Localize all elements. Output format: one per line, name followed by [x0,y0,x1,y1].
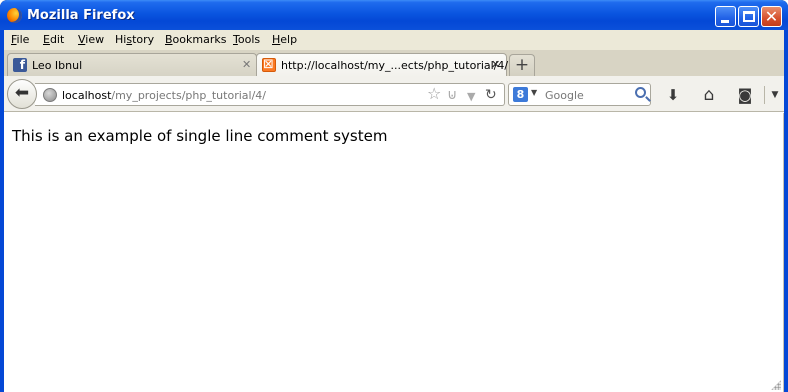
pocket-icon[interactable]: ⊍ [447,87,457,103]
engine-dropdown-icon[interactable]: ▼ [531,88,537,97]
google-engine-icon[interactable]: 8 [513,87,528,102]
tab-localhost[interactable]: http://localhost/my_...ects/php_tutorial… [256,53,509,77]
downloads-icon[interactable]: ⬇ [663,85,683,105]
home-icon[interactable]: ⌂ [699,85,719,105]
menu-help[interactable]: Help [272,33,297,46]
title-bar[interactable]: Mozilla Firefox ✕ [0,0,788,30]
search-placeholder: Google [545,89,584,102]
maximize-button[interactable] [738,6,759,27]
menu-view[interactable]: View [78,33,104,46]
close-icon: ✕ [764,7,779,26]
maximize-icon [743,11,755,22]
url-text: localhost/my_projects/php_tutorial/4/ [62,89,266,102]
navigation-bar: localhost/my_projects/php_tutorial/4/ ☆ … [4,76,784,112]
menu-file[interactable]: File [11,33,29,46]
menu-bar: File Edit View History Bookmarks Tools H… [4,30,784,50]
url-path: /my_projects/php_tutorial/4/ [111,89,266,102]
address-bar[interactable]: localhost/my_projects/php_tutorial/4/ ☆ … [35,83,505,106]
back-button[interactable]: ⬅ [7,79,37,109]
facebook-icon: f [13,58,27,72]
minimize-button[interactable] [715,6,736,27]
minimize-icon [721,20,729,23]
xampp-icon [262,57,276,72]
search-bar[interactable]: 8 ▼ Google [508,83,651,106]
tab-label: http://localhost/my_...ects/php_tutorial… [281,59,509,72]
history-dropdown-icon[interactable]: ▼ [467,89,475,105]
client-area: File Edit View History Bookmarks Tools H… [4,30,784,392]
tab-facebook[interactable]: f Leo Ibnul ✕ [7,53,257,76]
url-host: localhost [62,89,112,102]
reload-icon[interactable]: ↻ [485,87,497,103]
globe-icon [43,88,57,102]
pocket-save-icon[interactable]: ◙ [735,85,755,105]
firefox-window: Mozilla Firefox ✕ File Edit View History… [0,0,788,392]
tab-label: Leo Ibnul [32,59,83,72]
menu-chevron-down-icon[interactable]: ▼ [765,85,785,105]
page-text: This is an example of single line commen… [12,127,388,145]
close-button[interactable]: ✕ [761,6,782,27]
bookmark-star-icon[interactable]: ☆ [427,86,441,102]
page-content: This is an example of single line commen… [4,113,784,392]
search-icon[interactable] [635,87,646,98]
menu-bookmarks[interactable]: Bookmarks [165,33,226,46]
back-arrow-icon: ⬅ [14,83,30,103]
tab-close-icon[interactable]: ✕ [491,58,500,71]
resize-grip-icon[interactable] [771,380,781,390]
new-tab-button[interactable]: + [509,54,535,76]
tab-strip: f Leo Ibnul ✕ http://localhost/my_...ect… [4,50,784,77]
menu-history[interactable]: History [115,33,154,46]
menu-edit[interactable]: Edit [43,33,64,46]
tab-close-icon[interactable]: ✕ [242,58,251,71]
firefox-logo-icon [7,8,22,23]
window-title: Mozilla Firefox [27,8,135,23]
menu-tools[interactable]: Tools [233,33,260,46]
